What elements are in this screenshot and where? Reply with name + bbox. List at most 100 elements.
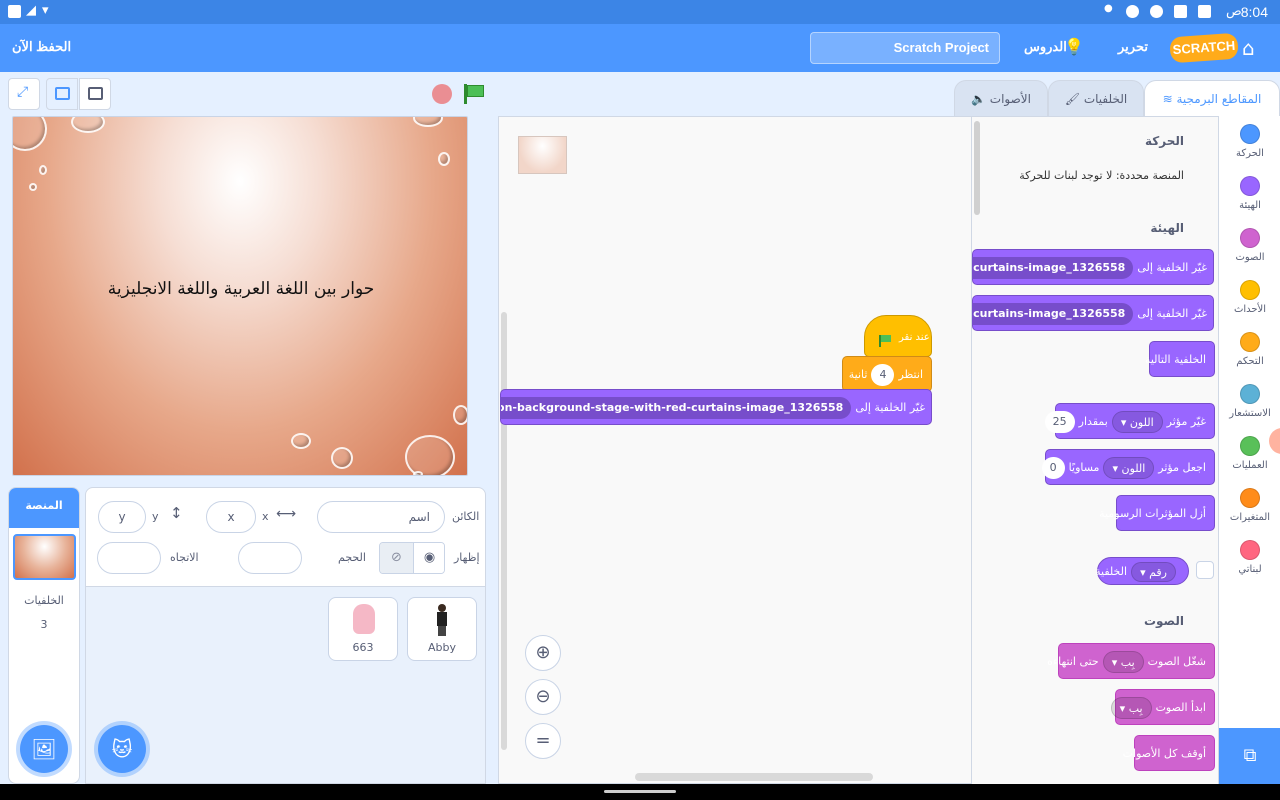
save-now-button[interactable]: الحفظ الآن [12, 39, 71, 55]
sound-dot [1240, 228, 1260, 248]
choose-backdrop-button[interactable]: 🖼 [20, 725, 68, 773]
wait-unit: ثانية [848, 368, 868, 381]
category-sound[interactable]: الصوت [1219, 228, 1280, 263]
abby-head [438, 604, 446, 612]
sprite-name-input[interactable]: اسم [317, 501, 445, 533]
palette-play-sound-until-done-block[interactable]: شغّل الصوتبِب ▾حتى انتهاءه [1047, 643, 1215, 679]
category-label: العمليات [1232, 460, 1268, 471]
category-control[interactable]: التحكم [1219, 332, 1280, 367]
large-stage-button[interactable] [79, 78, 111, 110]
tab-backdrops-label: الخلفيات [1083, 92, 1128, 106]
palette-scrollbar[interactable] [974, 121, 980, 215]
tab-backdrops[interactable]: الخلفيات 🖌 [1048, 80, 1144, 118]
stop-button[interactable] [432, 84, 452, 104]
sprite-tile[interactable]: 663 [328, 597, 398, 661]
block-palette: الحركة المنصة محددة: لا توجد لبنات للحرك… [972, 116, 1218, 784]
home-icon[interactable]: ⌂ [1242, 36, 1255, 60]
palette-switch-backdrop-block[interactable]: غيّر الخلفية إلىwith-red-curtains-image_… [972, 249, 1214, 285]
show-reporter-checkbox[interactable] [1196, 561, 1214, 579]
reporter-label: الخلفية [1095, 565, 1128, 578]
operators-dot [1240, 436, 1260, 456]
palette-switch-backdrop-wait-block[interactable]: غيّر الخلفية إلىwith-red-curtains-image_… [972, 295, 1214, 331]
when-flag-clicked-block[interactable]: عند نقر [864, 315, 932, 357]
category-events[interactable]: الأحداث [1219, 280, 1280, 315]
tab-code[interactable]: المقاطع البرمجية ≋ [1144, 80, 1280, 120]
palette-start-sound-block[interactable]: ابدأ الصوتبِب ▾ [1110, 689, 1215, 725]
tab-sounds[interactable]: الأصوات 🔈 [954, 80, 1048, 118]
tutorials-button[interactable]: الدروس 💡 [1024, 32, 1084, 64]
water-drop [453, 405, 467, 425]
palette-change-effect-block[interactable]: غيّر مؤثراللون ▾بمقدار25 [1044, 403, 1215, 439]
eye-off-icon: ⊘ [391, 550, 402, 565]
fullscreen-button[interactable]: ⤢ [8, 78, 40, 110]
category-sensing[interactable]: الاستشعار [1219, 384, 1280, 419]
backdrop-dropdown[interactable]: with-red-curtains-image_1326558 [973, 257, 1134, 279]
backdrop-field-dropdown[interactable]: رقم ▾ [1131, 562, 1176, 582]
block-label: غيّر الخلفية إلى [1137, 261, 1207, 274]
edit-menu[interactable]: تحرير [1118, 39, 1148, 55]
palette-backdrop-reporter[interactable]: رقم ▾الخلفية [1095, 557, 1189, 585]
script-area[interactable] [498, 116, 972, 784]
zoom-out-button[interactable]: ⊖ [525, 679, 561, 715]
category-looks[interactable]: الهيئة [1219, 176, 1280, 211]
category-label: التحكم [1236, 356, 1264, 367]
wait-block[interactable]: انتظر4ثانية [842, 356, 932, 392]
project-title-input[interactable]: Scratch Project [810, 32, 1000, 64]
backdrops-count: 3 [40, 618, 48, 631]
sound-dropdown[interactable]: بِب ▾ [1102, 651, 1144, 673]
backdrop-dropdown[interactable]: pngtree-cartoon-background-stage-with-re… [501, 397, 852, 419]
backdrop-dropdown[interactable]: with-red-curtains-image_1326558 [973, 303, 1134, 325]
home-gesture-bar[interactable] [604, 790, 676, 793]
category-variables[interactable]: المتغيرات [1219, 488, 1280, 523]
x-input[interactable]: x [206, 501, 256, 533]
palette-next-backdrop-block[interactable]: الخلفية التالية [1145, 341, 1215, 377]
wait-value-input[interactable]: 4 [871, 364, 895, 386]
size-input[interactable] [238, 542, 302, 574]
show-button[interactable]: ◉ [413, 543, 444, 573]
effect-dropdown[interactable]: اللون ▾ [1103, 457, 1155, 479]
category-label: لبناتي [1238, 564, 1262, 575]
y-input[interactable]: y [98, 501, 146, 533]
zoom-in-button[interactable]: ⊕ [525, 635, 561, 671]
sprite-tile[interactable]: Abby [407, 597, 477, 661]
visibility-toggle: ⊘ ◉ [379, 542, 445, 574]
effect-value-input[interactable]: 0 [1041, 457, 1065, 479]
block-label: بمقدار [1078, 415, 1108, 428]
zoom-reset-button[interactable]: = [525, 723, 561, 759]
hide-button[interactable]: ⊘ [380, 543, 413, 573]
sound-dropdown[interactable]: بِب ▾ [1110, 697, 1152, 719]
sprite-name: 663 [352, 641, 374, 654]
direction-input[interactable] [97, 542, 161, 574]
switch-backdrop-block[interactable]: غيّر الخلفية إلىpngtree-cartoon-backgrou… [500, 389, 932, 425]
gallery-icon [1198, 5, 1211, 18]
add-extension-button[interactable]: ⧉ [1219, 728, 1280, 784]
vertical-scrollbar[interactable] [501, 312, 507, 750]
category-menu: الحركة الهيئة الصوت الأحداث التحكم الاست… [1218, 116, 1280, 784]
small-stage-button[interactable] [46, 78, 78, 110]
horizontal-scrollbar[interactable] [635, 773, 873, 781]
green-flag-button[interactable] [464, 84, 486, 104]
brush-icon: 🖌 [1064, 92, 1081, 106]
category-motion[interactable]: الحركة [1219, 124, 1280, 159]
stage-text: حوار بين اللغة العربية واللغة الانجليزية [107, 279, 375, 299]
pink-sprite-image [353, 604, 375, 634]
sound-value: بِب [1120, 656, 1135, 669]
scratch-logo[interactable]: SCRATCH [1169, 32, 1239, 64]
block-label: مساويًا [1068, 461, 1100, 474]
palette-stop-all-sounds-block[interactable]: أوقف كل الأصوات [1123, 735, 1215, 771]
palette-clear-effects-block[interactable]: أزل المؤثرات الرسومية [1099, 495, 1215, 531]
effect-amount-input[interactable]: 25 [1044, 411, 1075, 433]
category-my-blocks[interactable]: لبناتي [1219, 540, 1280, 575]
stage-canvas[interactable]: حوار بين اللغة العربية واللغة الانجليزية [12, 116, 468, 476]
choose-sprite-button[interactable]: 🐱 [98, 725, 146, 773]
water-drop [413, 117, 443, 127]
stage-thumbnail[interactable] [13, 534, 76, 580]
palette-set-effect-block[interactable]: اجعل مؤثراللون ▾مساويًا0 [1041, 449, 1215, 485]
water-drop [413, 471, 423, 475]
sound-value: بِب [1128, 702, 1143, 715]
variables-dot [1240, 488, 1260, 508]
status-bar: ◢ ▾ ● ص 8:04 [0, 0, 1280, 24]
water-drop [39, 165, 47, 175]
effect-dropdown[interactable]: اللون ▾ [1111, 411, 1163, 433]
zoom-in-icon: ⊕ [535, 642, 551, 663]
